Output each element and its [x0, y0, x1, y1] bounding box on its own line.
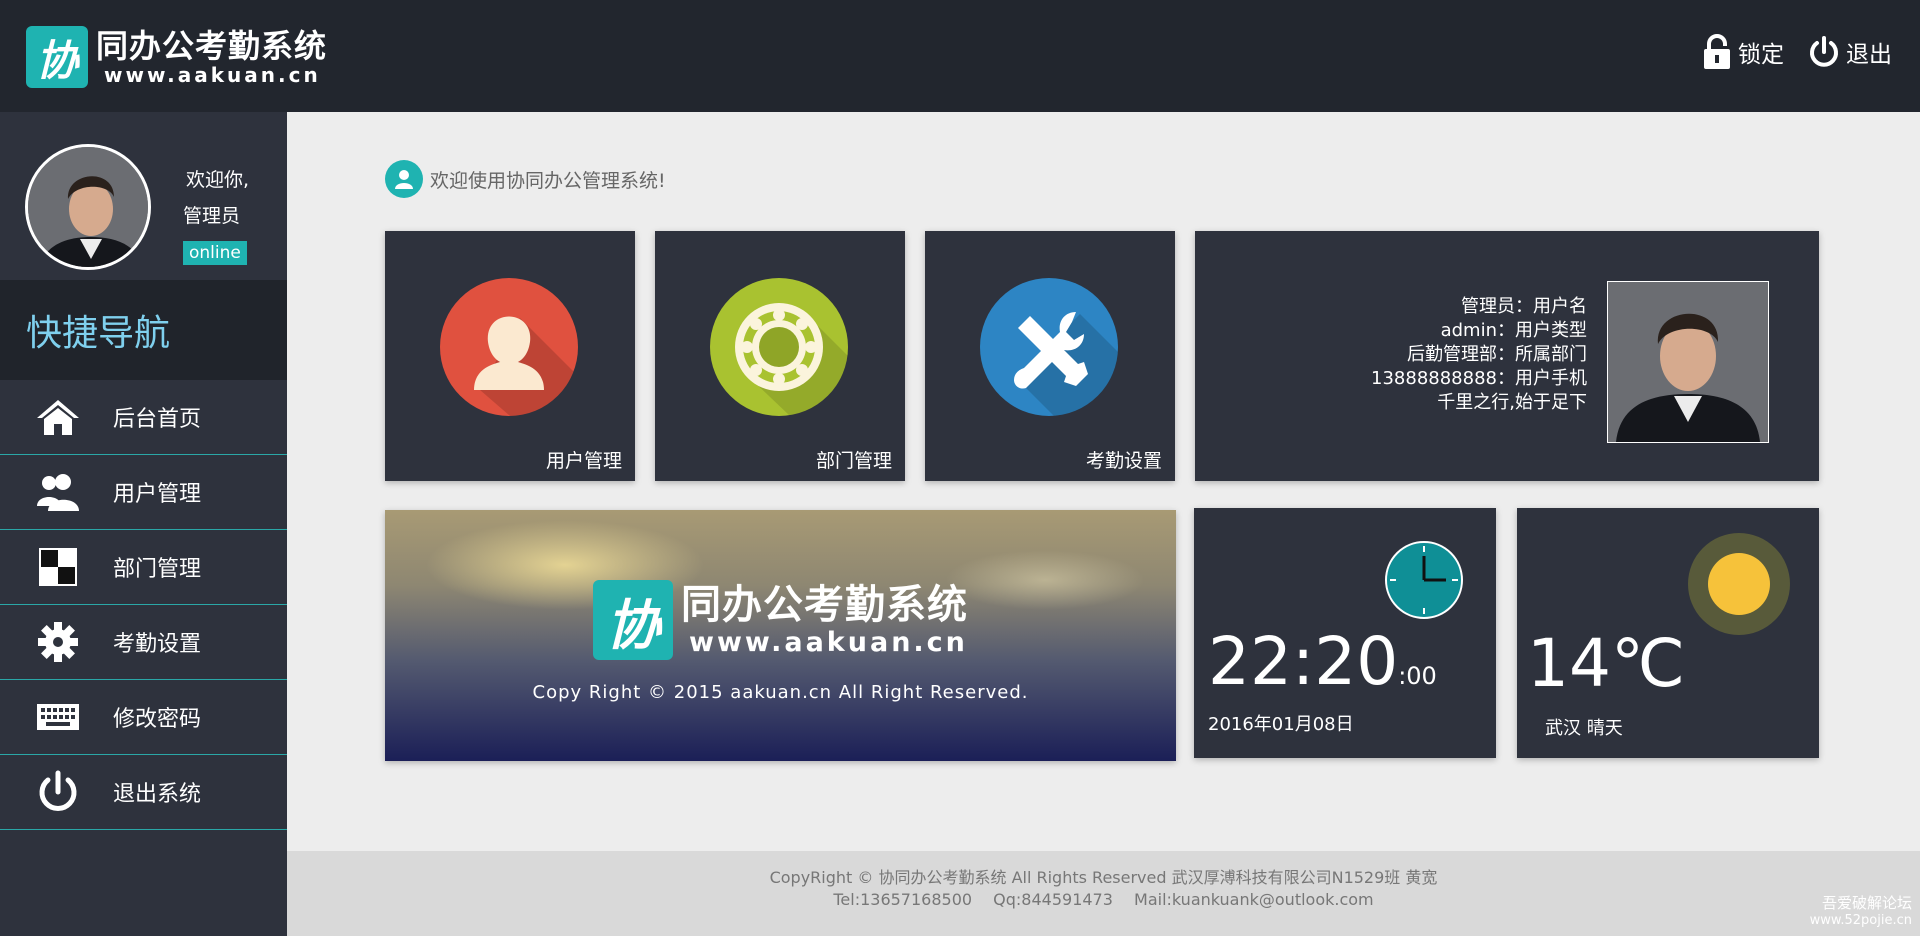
user-bust-icon — [440, 278, 578, 416]
home-icon — [35, 394, 81, 440]
logout-button[interactable]: 退出 — [1808, 35, 1892, 69]
sidebar-item-users[interactable]: 用户管理 — [0, 455, 287, 530]
sidebar-item-attendance[interactable]: 考勤设置 — [0, 605, 287, 680]
watermark: 吾爱破解论坛 www.52pojie.cn — [1810, 894, 1912, 930]
avatar[interactable] — [25, 144, 151, 270]
info-type: admin：用户类型 — [1440, 320, 1587, 341]
clock-seconds: :00 — [1398, 662, 1437, 690]
keyboard-icon — [35, 694, 81, 740]
banner-logo: 协 同办公考勤系统 www.aakuan.cn — [593, 580, 968, 660]
lock-icon — [1704, 34, 1730, 69]
power-icon — [1810, 36, 1838, 67]
clock-time: 22:20 — [1208, 623, 1399, 700]
sidebar-item-label: 修改密码 — [113, 707, 202, 732]
lock-label: 锁定 — [1738, 42, 1784, 68]
footer-mail: Mail:kuankuank@outlook.com — [1134, 890, 1374, 909]
sidebar-item-password[interactable]: 修改密码 — [0, 680, 287, 755]
sidebar-item-label: 用户管理 — [113, 482, 202, 507]
tile-attendance-settings[interactable]: 考勤设置 — [925, 231, 1175, 481]
tools-icon — [980, 278, 1118, 416]
banner-copyright: Copy Right © 2015 aakuan.cn All Right Re… — [532, 682, 1029, 703]
clock-icon — [1385, 541, 1463, 619]
tile-label: 考勤设置 — [1085, 450, 1162, 472]
banner-logo-mark: 协 — [593, 580, 673, 660]
brand-banner: 协 同办公考勤系统 www.aakuan.cn Copy Right © 201… — [385, 510, 1176, 761]
tile-user-management[interactable]: 用户管理 — [385, 231, 635, 481]
footer-copyright: CopyRight © 协同办公考勤系统 All Rights Reserved… — [769, 868, 1438, 887]
sidebar: 欢迎你, 管理员 online 快捷导航 后台首页 用户管理 部门管理 考勤设置… — [0, 112, 287, 936]
sidebar-item-label: 部门管理 — [113, 557, 202, 582]
info-phone: 13888888888：用户手机 — [1371, 368, 1587, 389]
logo-url: www.aakuan.cn — [104, 63, 321, 87]
logout-label: 退出 — [1846, 42, 1892, 68]
footer-tel: Tel:13657168500 — [833, 890, 973, 909]
sidebar-profile: 欢迎你, 管理员 online — [0, 112, 287, 280]
tile-weather: 14℃ 武汉 晴天 — [1517, 508, 1819, 758]
tile-label: 部门管理 — [815, 450, 892, 472]
banner-logo-url: www.aakuan.cn — [689, 627, 968, 658]
logo-title: 同办公考勤系统 — [96, 27, 328, 65]
sidebar-item-label: 退出系统 — [113, 782, 202, 807]
sidebar-item-label: 考勤设置 — [113, 632, 202, 657]
nav-title: 快捷导航 — [0, 280, 287, 380]
watermark-url: www.52pojie.cn — [1809, 913, 1912, 928]
sidebar-item-departments[interactable]: 部门管理 — [0, 530, 287, 605]
status-badge: online — [183, 241, 247, 265]
tile-profile-info: 管理员：用户名 admin：用户类型 后勤管理部：所属部门 1388888888… — [1195, 231, 1819, 481]
clock-date: 2016年01月08日 — [1208, 714, 1354, 735]
footer: CopyRight © 协同办公考勤系统 All Rights Reserved… — [287, 851, 1920, 936]
user-icon — [385, 160, 423, 198]
banner-logo-title: 同办公考勤系统 — [681, 582, 968, 628]
welcome-bar: 欢迎使用协同办公管理系统! — [385, 160, 666, 198]
info-department: 后勤管理部：所属部门 — [1407, 344, 1587, 365]
top-header: 协 同办公考勤系统 www.aakuan.cn 锁定 退出 — [0, 0, 1920, 112]
app-logo[interactable]: 协 同办公考勤系统 www.aakuan.cn — [26, 26, 327, 88]
temperature: 14℃ — [1527, 625, 1686, 702]
welcome-text: 欢迎使用协同办公管理系统! — [430, 169, 666, 192]
sidebar-item-home[interactable]: 后台首页 — [0, 380, 287, 455]
profile-photo — [1607, 281, 1769, 443]
users-icon — [35, 469, 81, 515]
checker-icon — [35, 544, 81, 590]
logo-mark: 协 — [26, 26, 88, 88]
welcome-greeting: 欢迎你, — [186, 169, 250, 191]
info-motto: 千里之行,始于足下 — [1437, 392, 1587, 413]
tile-department-management[interactable]: 部门管理 — [655, 231, 905, 481]
bearing-icon — [710, 278, 848, 416]
watermark-title: 吾爱破解论坛 — [1821, 894, 1912, 912]
lock-button[interactable]: 锁定 — [1702, 34, 1784, 70]
welcome-username: 管理员 — [183, 205, 241, 227]
tile-clock: 22:20:00 2016年01月08日 — [1194, 508, 1496, 758]
info-name: 管理员：用户名 — [1461, 296, 1587, 317]
weather-location: 武汉 晴天 — [1545, 718, 1623, 739]
sun-icon — [1688, 533, 1790, 635]
footer-qq: Qq:844591473 — [993, 890, 1113, 909]
gear-icon — [35, 619, 81, 665]
sidebar-item-exit[interactable]: 退出系统 — [0, 755, 287, 830]
power-icon — [35, 769, 81, 815]
tile-label: 用户管理 — [545, 450, 622, 472]
sidebar-item-label: 后台首页 — [113, 407, 202, 432]
